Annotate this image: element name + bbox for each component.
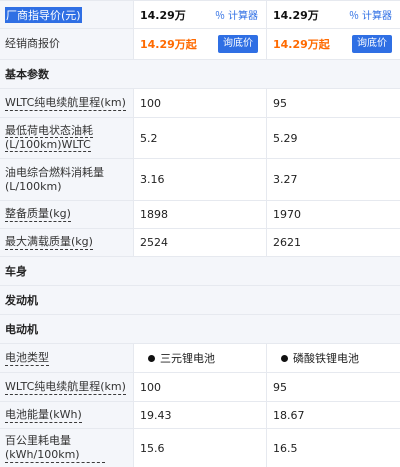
guide-price-col2: 14.29万 ％ 计算器: [267, 1, 400, 28]
spec-value-1: 1898: [140, 208, 168, 221]
spec-value-2: 1970: [273, 208, 301, 221]
table-row: 电池能量(kWh) 19.43 18.67: [0, 402, 400, 429]
dealer-price-col1: 14.29万起 询底价: [134, 29, 267, 59]
spec-value-2: 5.29: [273, 131, 298, 145]
spec-label: 油电综合燃料消耗量(L/100km): [5, 165, 104, 193]
spec-value-2: 18.67: [273, 408, 305, 422]
section-basic-params: 基本参数: [0, 60, 400, 89]
section-motor: 电动机: [0, 315, 400, 344]
spec-label[interactable]: WLTC纯电续航里程(km): [5, 96, 126, 111]
spec-value-1: 2524: [140, 236, 168, 249]
spec-label[interactable]: 百公里耗电量(kWh/100km): [5, 434, 105, 463]
spec-label[interactable]: 电池能量(kWh): [5, 408, 82, 423]
dealer-price-label: 经销商报价: [5, 37, 60, 50]
bullet-dot-icon: [281, 354, 288, 362]
spec-value-2: 3.27: [273, 173, 298, 186]
table-row: WLTC纯电续航里程(km) 100 95: [0, 373, 400, 402]
ask-price-button-1[interactable]: 询底价: [218, 35, 258, 53]
percent-icon: ％: [215, 11, 225, 22]
spec-value-2: 2621: [273, 236, 301, 249]
section-engine: 发动机: [0, 286, 400, 315]
spec-value-1: 19.43: [140, 408, 172, 422]
section-body: 车身: [0, 257, 400, 286]
spec-value-2: 16.5: [273, 442, 298, 455]
spec-value-1: 100: [140, 96, 161, 110]
table-row: 最大满载质量(kg) 2524 2621: [0, 229, 400, 257]
table-row: WLTC纯电续航里程(km) 100 95: [0, 89, 400, 118]
guide-price-value-1: 14.29万: [140, 8, 186, 22]
spec-value-2: 磷酸铁锂电池: [293, 352, 359, 365]
calculator-link-2[interactable]: ％ 计算器: [349, 7, 392, 22]
calculator-label: 计算器: [362, 11, 392, 22]
spec-value-1: 100: [140, 380, 161, 394]
spec-value-1: 15.6: [140, 442, 165, 455]
spec-label[interactable]: WLTC纯电续航里程(km): [5, 380, 126, 395]
table-row: 百公里耗电量(kWh/100km) 15.6 16.5: [0, 429, 400, 467]
spec-value-1: 三元锂电池: [160, 352, 215, 365]
percent-icon: ％: [349, 11, 359, 22]
calculator-link-1[interactable]: ％ 计算器: [215, 7, 258, 22]
table-row: 电池类型 三元锂电池 磷酸铁锂电池: [0, 344, 400, 373]
guide-price-value-2: 14.29万: [273, 8, 319, 22]
spec-value-1: 3.16: [140, 173, 165, 186]
spec-label[interactable]: 最大满载质量(kg): [5, 235, 93, 250]
guide-price-row: 厂商指导价(元) 14.29万 ％ 计算器 14.29万 ％ 计算器: [0, 1, 400, 29]
dealer-price-row: 经销商报价 14.29万起 询底价 14.29万起 询底价: [0, 29, 400, 60]
dealer-price-label-cell: 经销商报价: [0, 29, 134, 59]
spec-value-2: 95: [273, 96, 287, 110]
dealer-price-value-2: 14.29万起: [273, 38, 330, 51]
spec-value-1: 5.2: [140, 131, 158, 145]
table-row: 油电综合燃料消耗量(L/100km) 3.16 3.27: [0, 159, 400, 201]
table-row: 整备质量(kg) 1898 1970: [0, 201, 400, 229]
guide-price-label[interactable]: 厂商指导价(元): [5, 6, 82, 23]
dealer-price-col2: 14.29万起 询底价: [267, 29, 400, 59]
guide-price-label-cell: 厂商指导价(元): [0, 1, 134, 28]
spec-label[interactable]: 最低荷电状态油耗(L/100km)WLTC: [5, 124, 93, 152]
guide-price-col1: 14.29万 ％ 计算器: [134, 1, 267, 28]
bullet-dot-icon: [148, 354, 155, 362]
dealer-price-value-1: 14.29万起: [140, 38, 197, 51]
spec-comparison-table: 厂商指导价(元) 14.29万 ％ 计算器 14.29万 ％ 计算器 经销商报价…: [0, 0, 400, 467]
spec-label[interactable]: 整备质量(kg): [5, 207, 71, 222]
calculator-label: 计算器: [228, 11, 258, 22]
spec-label[interactable]: 电池类型: [5, 351, 49, 366]
spec-value-2: 95: [273, 380, 287, 394]
table-row: 最低荷电状态油耗(L/100km)WLTC 5.2 5.29: [0, 118, 400, 159]
ask-price-button-2[interactable]: 询底价: [352, 35, 392, 53]
